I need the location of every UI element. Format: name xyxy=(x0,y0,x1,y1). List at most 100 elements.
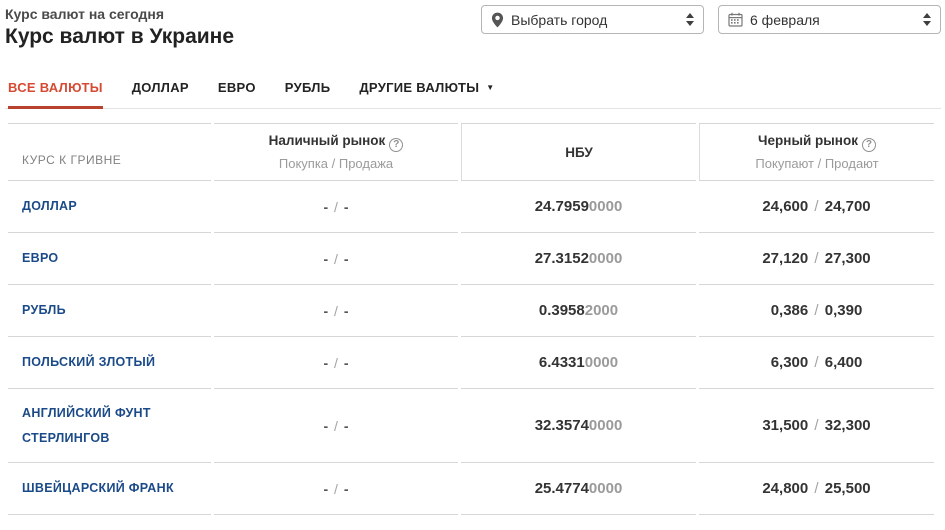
nbu-rate-cell: 24.79590000 xyxy=(461,181,696,233)
black-market-cell: 24,800 / 25,500 xyxy=(699,463,934,515)
cash-market-label: Наличный рынок xyxy=(269,133,386,148)
table-row-pound: АНГЛИЙСКИЙ ФУНТ СТЕРЛИНГОВ - / - 32.3574… xyxy=(8,389,934,463)
nbu-label: НБУ xyxy=(462,145,696,160)
currency-link[interactable]: РУБЛЬ xyxy=(22,303,66,317)
spinner-up-icon xyxy=(923,13,931,18)
black-sell: 24,700 xyxy=(825,198,871,215)
cash-buy: - xyxy=(323,481,328,497)
page-subtitle: Курс валют на сегодня xyxy=(5,4,234,22)
title-block: Курс валют на сегодня Курс валют в Украи… xyxy=(5,4,234,49)
slash-separator: / xyxy=(812,417,820,434)
currency-link[interactable]: ЕВРО xyxy=(22,251,58,265)
tab-all-currencies[interactable]: ВСЕ ВАЛЮТЫ xyxy=(8,80,103,108)
black-sell: 27,300 xyxy=(825,250,871,267)
slash-separator: / xyxy=(812,198,820,215)
nbu-value: 27.3152 xyxy=(535,250,589,267)
cash-sell: - xyxy=(344,418,349,434)
slash-separator: / xyxy=(332,199,340,215)
spinner-up-icon xyxy=(686,13,694,18)
nbu-trailing-zeros: 0000 xyxy=(589,417,622,434)
table-row-ruble: РУБЛЬ - / - 0.39582000 0,386 / 0,390 xyxy=(8,285,934,337)
table-row-zloty: ПОЛЬСКИЙ ЗЛОТЫЙ - / - 6.43310000 6,300 /… xyxy=(8,337,934,389)
black-buy: 24,600 xyxy=(762,198,808,215)
black-buy: 6,300 xyxy=(771,354,809,371)
currency-cell: ШВЕЙЦАРСКИЙ ФРАНК xyxy=(8,463,211,515)
column-header-black-market: Черный рынок? Покупают / Продают xyxy=(699,123,934,181)
black-buy: 0,386 xyxy=(771,302,809,319)
rates-table: КУРС К ГРИВНЕ Наличный рынок? Покупка / … xyxy=(5,123,937,515)
currency-link[interactable]: ПОЛЬСКИЙ ЗЛОТЫЙ xyxy=(22,355,155,369)
nbu-rate-cell: 0.39582000 xyxy=(461,285,696,337)
slash-separator: / xyxy=(332,418,340,434)
tab-dollar[interactable]: ДОЛЛАР xyxy=(132,80,189,108)
slash-separator: / xyxy=(332,303,340,319)
currency-cell: АНГЛИЙСКИЙ ФУНТ СТЕРЛИНГОВ xyxy=(8,389,211,463)
city-select-spinner[interactable] xyxy=(686,13,694,26)
nbu-trailing-zeros: 2000 xyxy=(585,302,618,319)
help-icon[interactable]: ? xyxy=(389,138,403,152)
cash-sell: - xyxy=(344,303,349,319)
column-header-currency: КУРС К ГРИВНЕ xyxy=(8,123,211,181)
location-pin-icon xyxy=(491,12,504,28)
black-market-cell: 27,120 / 27,300 xyxy=(699,233,934,285)
table-row-euro: ЕВРО - / - 27.31520000 27,120 / 27,300 xyxy=(8,233,934,285)
currency-link[interactable]: ДОЛЛАР xyxy=(22,199,77,213)
black-market-cell: 24,600 / 24,700 xyxy=(699,181,934,233)
currency-link[interactable]: АНГЛИЙСКИЙ ФУНТ СТЕРЛИНГОВ xyxy=(22,406,151,444)
cash-rate-cell: - / - xyxy=(214,337,458,389)
slash-separator: / xyxy=(332,481,340,497)
cash-rate-cell: - / - xyxy=(214,389,458,463)
black-market-cell: 6,300 / 6,400 xyxy=(699,337,934,389)
nbu-rate-cell: 27.31520000 xyxy=(461,233,696,285)
black-buy: 24,800 xyxy=(762,480,808,497)
currency-cell: ЕВРО xyxy=(8,233,211,285)
table-row-dollar: ДОЛЛАР - / - 24.79590000 24,600 / 24,700 xyxy=(8,181,934,233)
black-market-cell: 31,500 / 32,300 xyxy=(699,389,934,463)
cash-buy: - xyxy=(323,303,328,319)
black-buy: 31,500 xyxy=(762,417,808,434)
table-row-franc: ШВЕЙЦАРСКИЙ ФРАНК - / - 25.47740000 24,8… xyxy=(8,463,934,515)
cash-sell: - xyxy=(344,355,349,371)
nbu-value: 0.3958 xyxy=(539,302,585,319)
slash-separator: / xyxy=(332,355,340,371)
currency-cell: РУБЛЬ xyxy=(8,285,211,337)
currency-cell: ПОЛЬСКИЙ ЗЛОТЫЙ xyxy=(8,337,211,389)
currency-cell: ДОЛЛАР xyxy=(8,181,211,233)
currency-link[interactable]: ШВЕЙЦАРСКИЙ ФРАНК xyxy=(22,481,174,495)
black-sell: 6,400 xyxy=(825,354,863,371)
black-buy: 27,120 xyxy=(762,250,808,267)
cash-sell: - xyxy=(344,251,349,267)
cash-buy: - xyxy=(323,199,328,215)
currency-tabs: ВСЕ ВАЛЮТЫ ДОЛЛАР ЕВРО РУБЛЬ ДРУГИЕ ВАЛЮ… xyxy=(5,80,941,109)
nbu-value: 24.7959 xyxy=(535,198,589,215)
tab-other-currencies[interactable]: ДРУГИЕ ВАЛЮТЫ ▼ xyxy=(359,80,494,108)
cash-sell: - xyxy=(344,481,349,497)
calendar-icon xyxy=(728,12,743,27)
nbu-value: 32.3574 xyxy=(535,417,589,434)
cash-sell: - xyxy=(344,199,349,215)
slash-separator: / xyxy=(812,250,820,267)
slash-separator: / xyxy=(812,302,820,319)
page-title: Курс валют в Украине xyxy=(5,25,234,49)
slash-separator: / xyxy=(812,354,820,371)
table-header-row: КУРС К ГРИВНЕ Наличный рынок? Покупка / … xyxy=(8,123,934,181)
black-sell: 32,300 xyxy=(825,417,871,434)
date-select-spinner[interactable] xyxy=(923,13,931,26)
nbu-rate-cell: 25.47740000 xyxy=(461,463,696,515)
tab-ruble[interactable]: РУБЛЬ xyxy=(285,80,331,108)
city-select-value: Выбрать город xyxy=(511,12,686,28)
tab-other-label: ДРУГИЕ ВАЛЮТЫ xyxy=(359,80,479,95)
black-market-label: Черный рынок xyxy=(758,133,858,148)
nbu-rate-cell: 6.43310000 xyxy=(461,337,696,389)
date-select-value: 6 февраля xyxy=(750,12,923,28)
tab-euro[interactable]: ЕВРО xyxy=(218,80,256,108)
black-sell: 25,500 xyxy=(825,480,871,497)
cash-buy: - xyxy=(323,355,328,371)
column-header-cash-market: Наличный рынок? Покупка / Продажа xyxy=(214,123,458,181)
date-select[interactable]: 6 февраля xyxy=(718,5,941,34)
chevron-down-icon: ▼ xyxy=(486,83,494,92)
cash-rate-cell: - / - xyxy=(214,181,458,233)
city-select[interactable]: Выбрать город xyxy=(481,5,704,34)
nbu-trailing-zeros: 0000 xyxy=(585,354,618,371)
help-icon[interactable]: ? xyxy=(862,138,876,152)
